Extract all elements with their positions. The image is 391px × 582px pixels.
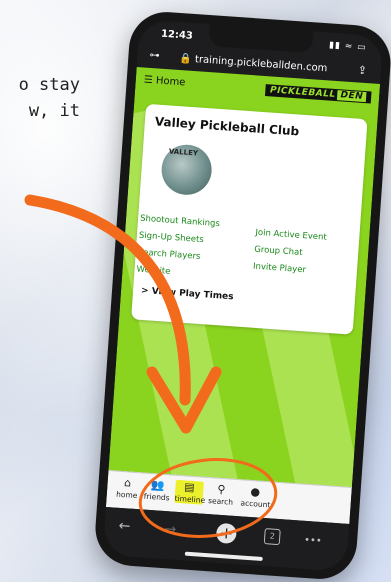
timeline-highlight-circle [138, 458, 278, 538]
highlight-ellipse [138, 458, 278, 538]
